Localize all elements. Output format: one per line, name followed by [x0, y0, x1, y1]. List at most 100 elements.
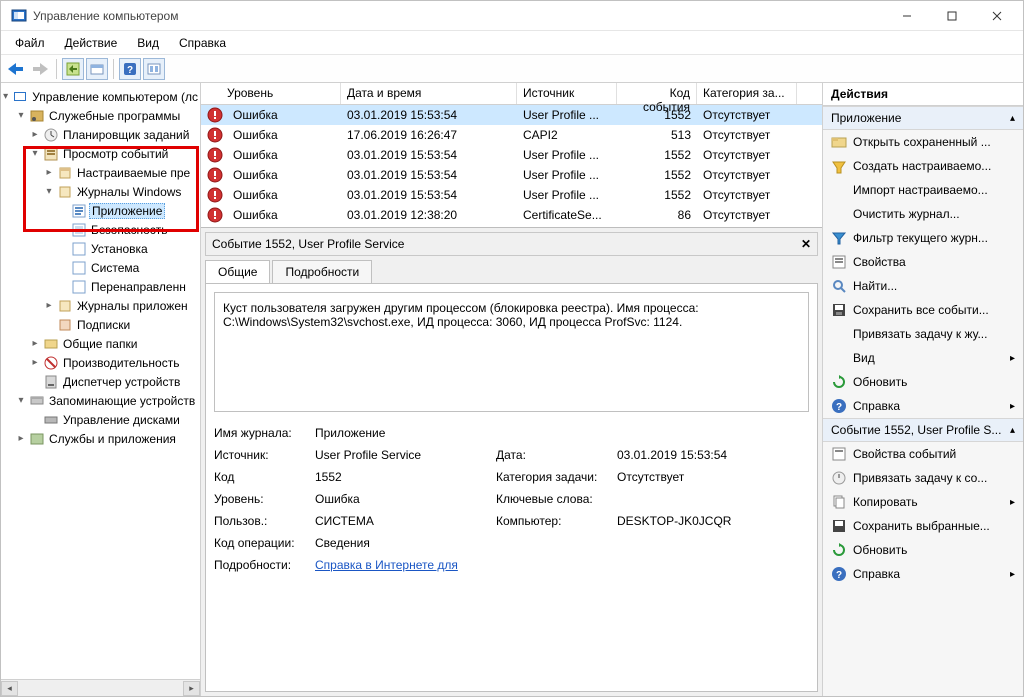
- toolbar-btn-1[interactable]: [62, 58, 84, 80]
- toolbar-btn-2[interactable]: [86, 58, 108, 80]
- toolbar-help-button[interactable]: ?: [119, 58, 141, 80]
- action-refresh-2[interactable]: Обновить: [823, 538, 1023, 562]
- action-import-custom[interactable]: Импорт настраиваемо...: [823, 178, 1023, 202]
- action-attach-task[interactable]: Привязать задачу к жу...: [823, 322, 1023, 346]
- event-detail-pane: Событие 1552, User Profile Service ✕ Общ…: [201, 228, 822, 696]
- tree-event-viewer[interactable]: Просмотр событий: [61, 147, 170, 161]
- tree-performance[interactable]: Производительность: [61, 356, 181, 370]
- toolbar: ?: [1, 55, 1023, 83]
- table-row[interactable]: Ошибка17.06.2019 16:26:47CAPI2513Отсутст…: [201, 125, 822, 145]
- tree-security[interactable]: Безопасность: [89, 223, 170, 237]
- expand-icon[interactable]: ▾: [29, 148, 41, 159]
- menu-action[interactable]: Действие: [57, 34, 126, 52]
- value-logname: Приложение: [315, 426, 490, 440]
- list-header[interactable]: Уровень Дата и время Источник Код событи…: [201, 83, 822, 105]
- tree-shared-folders[interactable]: Общие папки: [61, 337, 139, 351]
- submenu-arrow-icon: ▸: [1010, 569, 1015, 580]
- maximize-button[interactable]: [929, 2, 974, 30]
- scrollbar-track[interactable]: [18, 681, 183, 696]
- expand-icon[interactable]: ▸: [29, 129, 41, 140]
- col-eventid[interactable]: Код события: [617, 83, 697, 104]
- tree-windows-logs[interactable]: Журналы Windows: [75, 185, 183, 199]
- table-row[interactable]: Ошибка03.01.2019 12:38:20CertificateSe..…: [201, 205, 822, 225]
- collapse-icon: ▴: [1010, 113, 1015, 124]
- tree-setup[interactable]: Установка: [89, 242, 150, 256]
- expand-icon[interactable]: ▾: [1, 91, 10, 102]
- tree-custom-views[interactable]: Настраиваемые пре: [75, 166, 192, 180]
- expand-icon[interactable]: ▾: [15, 395, 27, 406]
- tree-system[interactable]: Система: [89, 261, 141, 275]
- value-date: 03.01.2019 15:53:54: [617, 448, 772, 462]
- toolbar-btn-4[interactable]: [143, 58, 165, 80]
- action-save-selected[interactable]: Сохранить выбранные...: [823, 514, 1023, 538]
- action-copy[interactable]: Копировать▸: [823, 490, 1023, 514]
- tree-device-manager[interactable]: Диспетчер устройств: [61, 375, 182, 389]
- table-row[interactable]: Ошибка03.01.2019 15:53:54User Profile ..…: [201, 185, 822, 205]
- navigation-tree[interactable]: ▾Управление компьютером (лс ▾Служебные п…: [1, 83, 201, 696]
- tree-scheduler[interactable]: Планировщик заданий: [61, 128, 191, 142]
- label-more: Подробности:: [214, 558, 309, 572]
- error-icon: [207, 207, 223, 223]
- event-list[interactable]: Уровень Дата и время Источник Код событи…: [201, 83, 822, 228]
- tab-general[interactable]: Общие: [205, 260, 270, 283]
- expand-icon[interactable]: ▸: [43, 300, 55, 311]
- tree-subscriptions[interactable]: Подписки: [75, 318, 132, 332]
- label-logname: Имя журнала:: [214, 426, 309, 440]
- tree-application[interactable]: Приложение: [89, 203, 165, 219]
- expand-icon[interactable]: ▸: [43, 167, 55, 178]
- forward-button[interactable]: [29, 58, 51, 80]
- value-level: Ошибка: [315, 492, 490, 506]
- tree-forwarded[interactable]: Перенаправленн: [89, 280, 188, 294]
- minimize-button[interactable]: [884, 2, 929, 30]
- expand-icon[interactable]: ▾: [15, 110, 27, 121]
- error-icon: [207, 167, 223, 183]
- titlebar: Управление компьютером: [1, 1, 1023, 31]
- col-category[interactable]: Категория за...: [697, 83, 797, 104]
- col-source[interactable]: Источник: [517, 83, 617, 104]
- expand-icon[interactable]: ▸: [15, 433, 27, 444]
- action-event-attach[interactable]: Привязать задачу к со...: [823, 466, 1023, 490]
- close-button[interactable]: [974, 2, 1019, 30]
- detail-close-icon[interactable]: ✕: [801, 237, 811, 251]
- tree-disk-mgmt[interactable]: Управление дисками: [61, 413, 182, 427]
- expand-icon[interactable]: ▸: [29, 338, 41, 349]
- label-eventid: Код: [214, 470, 309, 484]
- app-icon: [11, 8, 27, 24]
- menu-help[interactable]: Справка: [171, 34, 234, 52]
- col-date[interactable]: Дата и время: [341, 83, 517, 104]
- action-group-application[interactable]: Приложение▴: [823, 106, 1023, 130]
- table-row[interactable]: Ошибка03.01.2019 15:53:54User Profile ..…: [201, 105, 822, 125]
- action-properties[interactable]: Свойства: [823, 250, 1023, 274]
- table-row[interactable]: Ошибка03.01.2019 15:53:54User Profile ..…: [201, 145, 822, 165]
- online-help-link[interactable]: Справка в Интернете для: [315, 558, 458, 572]
- action-create-custom[interactable]: Создать настраиваемо...: [823, 154, 1023, 178]
- tree-storage[interactable]: Запоминающие устройств: [47, 394, 197, 408]
- action-view[interactable]: Вид▸: [823, 346, 1023, 370]
- back-button[interactable]: [5, 58, 27, 80]
- action-clear-log[interactable]: Очистить журнал...: [823, 202, 1023, 226]
- expand-icon[interactable]: ▸: [29, 357, 41, 368]
- window-title: Управление компьютером: [33, 9, 884, 23]
- tree-utils[interactable]: Служебные программы: [47, 109, 182, 123]
- action-help[interactable]: ?Справка▸: [823, 394, 1023, 418]
- tree-root[interactable]: Управление компьютером (лс: [30, 90, 200, 104]
- table-row[interactable]: Ошибка03.01.2019 15:53:54User Profile ..…: [201, 165, 822, 185]
- action-event-properties[interactable]: Свойства событий: [823, 442, 1023, 466]
- action-refresh[interactable]: Обновить: [823, 370, 1023, 394]
- tab-details[interactable]: Подробности: [272, 260, 372, 283]
- scroll-right-button[interactable]: ▸: [183, 681, 200, 696]
- action-group-event[interactable]: Событие 1552, User Profile S...▴: [823, 418, 1023, 442]
- action-help-2[interactable]: ?Справка▸: [823, 562, 1023, 586]
- tree-services[interactable]: Службы и приложения: [47, 432, 178, 446]
- action-find[interactable]: Найти...: [823, 274, 1023, 298]
- scroll-left-button[interactable]: ◂: [1, 681, 18, 696]
- menu-view[interactable]: Вид: [129, 34, 167, 52]
- tree-app-logs[interactable]: Журналы приложен: [75, 299, 190, 313]
- action-save-all[interactable]: Сохранить все событи...: [823, 298, 1023, 322]
- menu-file[interactable]: Файл: [7, 34, 53, 52]
- col-level[interactable]: Уровень: [201, 83, 341, 104]
- action-open-saved[interactable]: Открыть сохраненный ...: [823, 130, 1023, 154]
- action-filter[interactable]: Фильтр текущего журн...: [823, 226, 1023, 250]
- label-source: Источник:: [214, 448, 309, 462]
- expand-icon[interactable]: ▾: [43, 186, 55, 197]
